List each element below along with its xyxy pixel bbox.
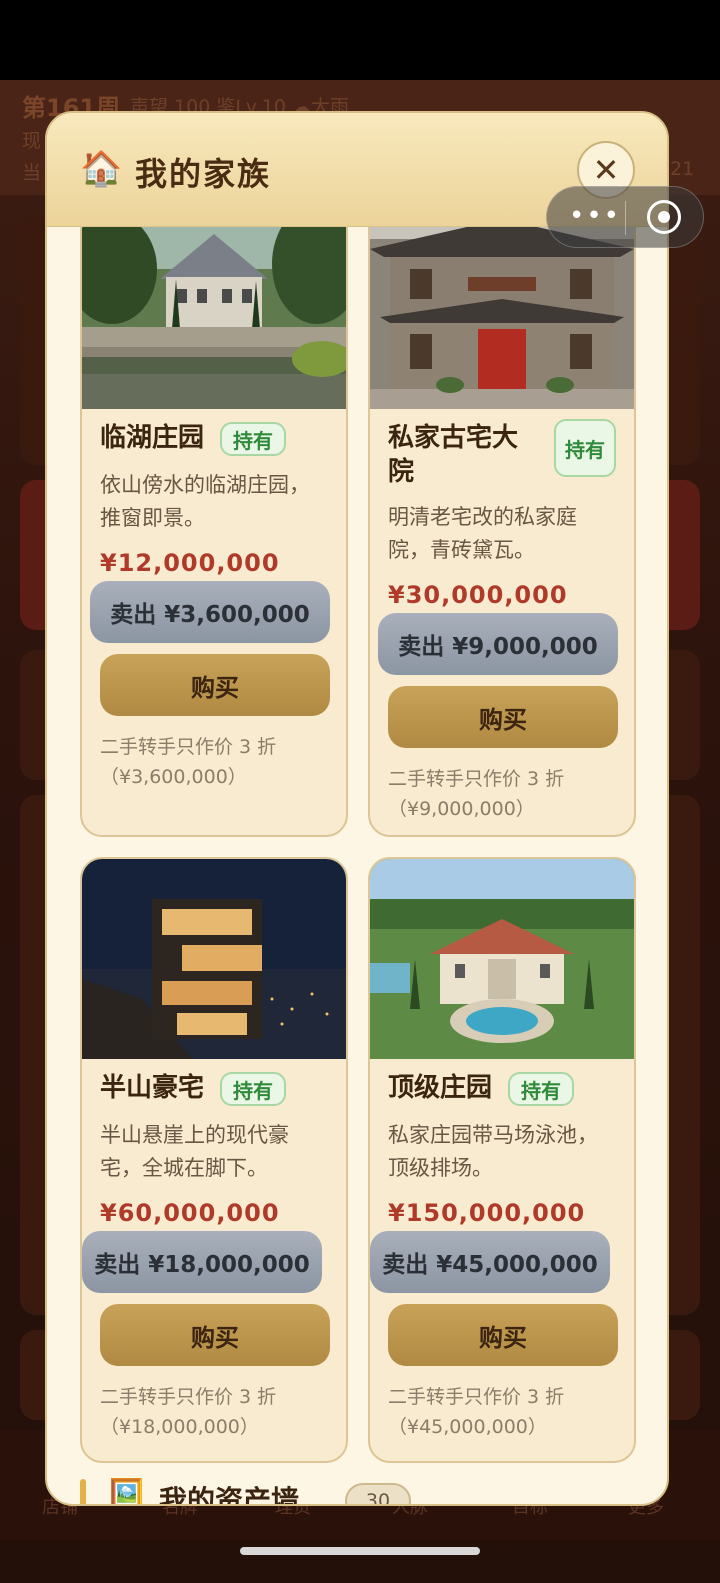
property-price: ¥60,000,000 bbox=[100, 1199, 280, 1227]
sell-button[interactable]: 卖出 ¥18,000,000 bbox=[82, 1231, 322, 1293]
mini-program-capsule: ••• bbox=[546, 186, 704, 248]
property-card: 顶级庄园 持有 私家庄园带马场泳池，顶级排场。 ¥150,000,000 卖出 … bbox=[368, 857, 636, 1463]
header-row3: 当 bbox=[22, 162, 42, 184]
house-icon: 🏠 bbox=[80, 149, 123, 189]
close-icon: ✕ bbox=[592, 151, 620, 189]
buy-button[interactable]: 购买 bbox=[100, 654, 330, 716]
sell-button[interactable]: 卖出 ¥45,000,000 bbox=[370, 1231, 610, 1293]
property-list[interactable]: 临湖庄园 持有 依山傍水的临湖庄园，推窗即景。 ¥12,000,000 卖出 ¥… bbox=[47, 227, 667, 1504]
property-name: 顶级庄园 bbox=[388, 1073, 493, 1103]
property-price: ¥30,000,000 bbox=[388, 581, 568, 609]
sell-button[interactable]: 卖出 ¥3,600,000 bbox=[90, 581, 330, 643]
courtyard-photo bbox=[370, 227, 634, 409]
resale-note: 二手转手只作价 3 折（¥45,000,000） bbox=[388, 1386, 565, 1438]
home-indicator[interactable] bbox=[240, 1547, 480, 1555]
property-desc: 半山悬崖上的现代豪宅，全城在脚下。 bbox=[100, 1123, 289, 1180]
buy-button[interactable]: 购买 bbox=[388, 686, 618, 748]
owned-badge: 持有 bbox=[220, 422, 286, 456]
resale-note: 二手转手只作价 3 折（¥9,000,000） bbox=[388, 768, 565, 820]
property-price: ¥150,000,000 bbox=[388, 1199, 586, 1227]
buy-button[interactable]: 购买 bbox=[388, 1304, 618, 1366]
owned-badge: 持有 bbox=[220, 1072, 286, 1106]
resale-note: 二手转手只作价 3 折（¥18,000,000） bbox=[100, 1386, 277, 1438]
property-desc: 依山傍水的临湖庄园，推窗即景。 bbox=[100, 473, 310, 530]
header-row2: 现 bbox=[22, 130, 42, 152]
property-name: 半山豪宅 bbox=[100, 1073, 205, 1103]
property-card: 半山豪宅 持有 半山悬崖上的现代豪宅，全城在脚下。 ¥60,000,000 卖出… bbox=[80, 857, 348, 1463]
property-name: 临湖庄园 bbox=[100, 423, 205, 453]
header-row3-right: 21 bbox=[670, 158, 695, 180]
owned-badge: 持有 bbox=[508, 1072, 574, 1106]
exit-target-icon[interactable] bbox=[647, 200, 681, 234]
modal-title: 我的家族 bbox=[135, 155, 272, 193]
top-manor-photo bbox=[370, 859, 634, 1059]
sell-button[interactable]: 卖出 ¥9,000,000 bbox=[378, 613, 618, 675]
lake-manor-photo bbox=[82, 227, 346, 409]
property-desc: 私家庄园带马场泳池，顶级排场。 bbox=[388, 1123, 598, 1180]
property-card: 私家古宅大院 持有 明清老宅改的私家庭院，青砖黛瓦。 ¥30,000,000 卖… bbox=[368, 227, 636, 837]
capsule-divider bbox=[625, 201, 626, 235]
family-modal: 🏠 我的家族 ✕ 临湖庄园 持有 依山傍水的临湖庄园，推窗即景。 ¥12,000… bbox=[45, 111, 669, 1506]
resale-note: 二手转手只作价 3 折（¥3,600,000） bbox=[100, 736, 277, 788]
owned-badge: 持有 bbox=[554, 419, 616, 477]
property-card: 临湖庄园 持有 依山傍水的临湖庄园，推窗即景。 ¥12,000,000 卖出 ¥… bbox=[80, 227, 348, 837]
property-desc: 明清老宅改的私家庭院，青砖黛瓦。 bbox=[388, 505, 577, 562]
hillside-mansion-photo bbox=[82, 859, 346, 1059]
buy-button[interactable]: 购买 bbox=[100, 1304, 330, 1366]
property-name: 私家古宅大院 bbox=[388, 423, 519, 487]
asset-wall-title: 我的资产墙 bbox=[159, 1484, 300, 1506]
more-icon[interactable]: ••• bbox=[569, 201, 621, 231]
property-price: ¥12,000,000 bbox=[100, 549, 280, 577]
asset-wall-count: 30 bbox=[345, 1483, 411, 1504]
status-bar bbox=[0, 0, 720, 80]
section-accent-bar bbox=[80, 1479, 86, 1504]
picture-frame-icon: 🖼️ bbox=[109, 1477, 144, 1506]
